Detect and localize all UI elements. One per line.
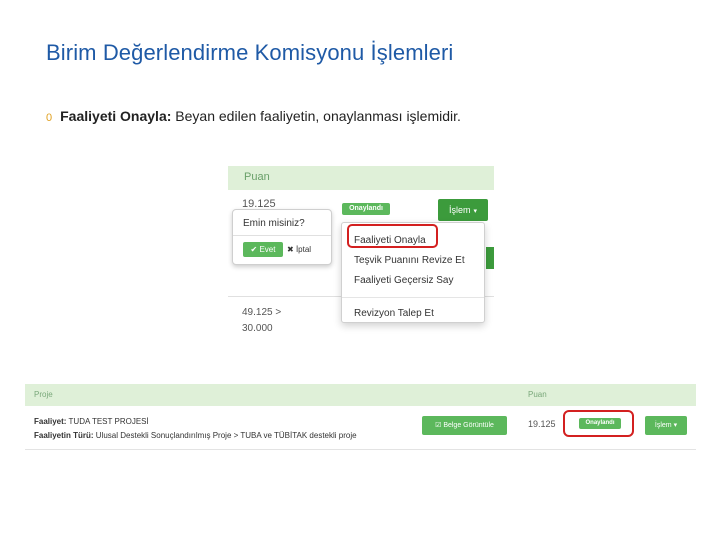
button-edge (486, 247, 494, 269)
menu-item-revizyon-talep-et[interactable]: Revizyon Talep Et (354, 308, 434, 319)
confirm-cancel-button[interactable]: ✖ İptal (287, 243, 311, 256)
score-value-2: 49.125 > (242, 307, 282, 318)
faaliyet-line: Faaliyet: TUDA TEST PROJESİ (34, 417, 149, 426)
screenshot-dropdown-menu: Puan 19.125 Onaylandı İşlem ▾ 49.125 > 30… (228, 166, 494, 336)
menu-item-faaliyeti-gecersiz-say[interactable]: Faaliyeti Geçersiz Say (354, 275, 453, 286)
islem-button-label: İşlem (654, 422, 672, 429)
faaliyet-turu-value: Ulusal Destekli Sonuçlandırılmış Proje >… (93, 431, 357, 440)
islem-dropdown-button[interactable]: İşlem ▾ (645, 416, 687, 435)
score-value: 19.125 (528, 419, 556, 429)
edit-icon: ☑ (435, 422, 442, 429)
red-highlight-box (347, 224, 438, 248)
chevron-down-icon: ▾ (473, 208, 478, 215)
table-header: Proje Puan (25, 384, 696, 406)
cancel-label: İptal (295, 245, 312, 254)
faaliyet-label: Faaliyet: (34, 417, 67, 426)
red-highlight-box (563, 410, 634, 437)
chevron-down-icon: ▾ (673, 422, 678, 429)
screenshot-project-table: Proje Puan Faaliyet: TUDA TEST PROJESİ F… (25, 384, 696, 450)
bullet-point: 0 Faaliyeti Onayla: Beyan edilen faaliyet… (46, 108, 461, 124)
confirm-question: Emin misiniz? (243, 218, 305, 229)
islem-dropdown-button[interactable]: İşlem ▾ (438, 199, 488, 221)
belge-goruntule-button[interactable]: ☑ Belge Görüntüle (422, 416, 507, 435)
column-header-proje: Proje (34, 390, 53, 399)
confirm-yes-button[interactable]: ✔ Evet (243, 242, 283, 257)
confirm-popover: Emin misiniz? ✔ Evet ✖ İptal (232, 209, 332, 265)
bullet-marker: 0 (46, 112, 53, 124)
table-header: Puan (228, 166, 494, 190)
islem-button-label: İşlem (448, 205, 471, 215)
menu-divider (342, 297, 484, 298)
close-icon: ✖ (287, 245, 294, 254)
popover-divider (233, 235, 331, 236)
status-badge: Onaylandı (342, 203, 390, 215)
faaliyet-turu-label: Faaliyetin Türü: (34, 431, 94, 440)
yes-label: Evet (259, 245, 276, 254)
score-value-3: 30.000 (242, 323, 273, 334)
belge-button-label: Belge Görüntüle (443, 422, 494, 429)
column-header-puan: Puan (528, 390, 547, 399)
slide-title: Birim Değerlendirme Komisyonu İşlemleri (46, 40, 454, 65)
bullet-description: Beyan edilen faaliyetin, onaylanması işl… (171, 108, 461, 124)
check-icon: ✔ (250, 245, 258, 254)
column-header-puan: Puan (244, 171, 270, 183)
menu-item-tesvik-puani-revize[interactable]: Teşvik Puanını Revize Et (354, 255, 465, 266)
faaliyet-value: TUDA TEST PROJESİ (66, 417, 149, 426)
faaliyet-turu-line: Faaliyetin Türü: Ulusal Destekli Sonuçla… (34, 431, 357, 440)
bullet-bold-label: Faaliyeti Onayla: (60, 108, 172, 124)
